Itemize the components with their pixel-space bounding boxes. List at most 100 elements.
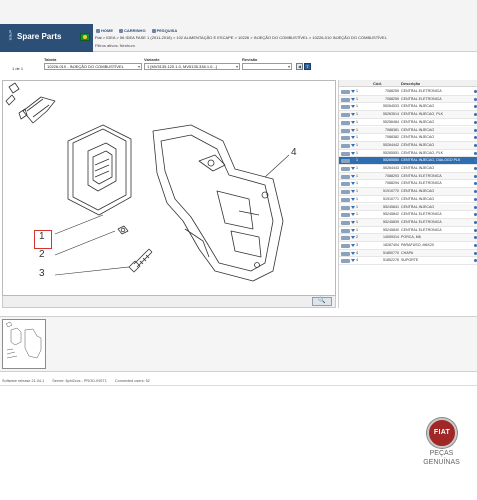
expand-icon[interactable]: [351, 251, 355, 255]
text-view-button[interactable]: T: [304, 63, 311, 70]
table-row[interactable]: 1 55263514 CENTRAL INJECAO, PLK: [339, 111, 477, 119]
part-image-icon[interactable]: [341, 105, 350, 110]
part-image-icon[interactable]: [341, 182, 350, 187]
row-quantity: 1: [356, 189, 358, 194]
row-code: 51852276: [383, 258, 399, 263]
part-image-icon[interactable]: [341, 228, 350, 233]
table-row[interactable]: 1 7088381 CENTRAL INJECAO: [339, 126, 477, 135]
variante-select[interactable]: 1 [MV5135.120.1.0, MV5135.338.1.0...] ▾: [144, 63, 240, 70]
table-row[interactable]: 1 7088293 CENTRAL ELETRONICA: [339, 172, 477, 181]
table-row[interactable]: 2 14059314 PORCA, M6: [339, 234, 477, 242]
expand-icon[interactable]: [351, 174, 355, 178]
expand-icon[interactable]: [351, 97, 355, 101]
drawing-thumbnail[interactable]: [2, 319, 46, 369]
row-code: 55264443: [383, 166, 399, 170]
part-image-icon[interactable]: [341, 190, 350, 195]
part-image-icon[interactable]: [341, 205, 350, 210]
expand-icon[interactable]: [351, 136, 355, 140]
expand-icon[interactable]: [351, 259, 355, 263]
part-image-icon[interactable]: [341, 220, 350, 225]
table-row[interactable]: 1 51910771 CENTRAL INJECAO: [339, 196, 477, 204]
callout-2[interactable]: 2: [39, 249, 45, 260]
expand-icon[interactable]: [351, 182, 355, 186]
expand-icon[interactable]: [351, 128, 355, 132]
table-row[interactable]: 1 51910770 CENTRAL INJECAO: [339, 188, 477, 196]
part-image-icon[interactable]: [341, 244, 350, 248]
top-nav: HOME CARRINHO PESQUISA: [96, 28, 177, 33]
table-row[interactable]: 1 55245839 CENTRAL ELETRONICA: [339, 218, 477, 227]
table-row[interactable]: 1 55264442 CENTRAL INJECAO: [339, 141, 477, 150]
code-column-header[interactable]: Cód.: [373, 81, 382, 86]
part-image-icon[interactable]: [341, 167, 350, 171]
table-row[interactable]: 1 55256484 CENTRAL INJECAO: [339, 119, 477, 127]
exploded-drawing[interactable]: 1 2 3 4: [2, 80, 336, 296]
table-row[interactable]: 1 7088382 CENTRAL INJECAO: [339, 134, 477, 142]
expand-icon[interactable]: [351, 236, 355, 240]
row-quantity: 1: [356, 135, 358, 140]
nav-cart[interactable]: CARRINHO: [119, 28, 146, 33]
expand-icon[interactable]: [351, 90, 355, 93]
expand-icon[interactable]: [351, 190, 355, 194]
expand-icon[interactable]: [351, 120, 355, 124]
callout-1[interactable]: 1: [39, 231, 45, 242]
table-row[interactable]: 1 55265551 CENTRAL INJECAO, PLK: [339, 150, 477, 158]
part-image-icon[interactable]: [341, 120, 350, 125]
table-row[interactable]: 4 51850770 CHAPA: [339, 249, 477, 258]
description-column-header[interactable]: Descrição: [401, 81, 420, 86]
country-flag-icon[interactable]: [80, 33, 90, 41]
part-image-icon[interactable]: [341, 259, 350, 264]
expand-icon[interactable]: [351, 213, 355, 217]
expand-icon[interactable]: [351, 205, 355, 209]
table-row[interactable]: 1 7088294 CENTRAL ELETRONICA: [339, 180, 477, 189]
part-image-icon[interactable]: [341, 128, 350, 133]
expand-icon[interactable]: [351, 151, 355, 155]
expand-icon[interactable]: [351, 197, 355, 201]
expand-icon[interactable]: [351, 167, 355, 170]
table-row[interactable]: 3 16287404 PARAFUSO, M6X20: [339, 242, 477, 250]
part-image-icon[interactable]: [341, 174, 350, 179]
table-row[interactable]: 1 7088255 CENTRAL ELETRONICA: [339, 88, 477, 96]
table-row[interactable]: 1 7088259 CENTRAL ELETRONICA: [339, 95, 477, 104]
table-row[interactable]: 1 55245840 CENTRAL ELETRONICA: [339, 227, 477, 235]
row-quantity: 1: [356, 204, 358, 209]
fiat-logo: FIAT: [427, 418, 457, 448]
part-image-icon[interactable]: [341, 251, 350, 256]
part-image-icon[interactable]: [341, 197, 350, 202]
thumbnail-svg: [5, 321, 42, 359]
expand-icon[interactable]: [351, 143, 355, 147]
table-row[interactable]: 1 55245841 CENTRAL INJECAO: [339, 203, 477, 212]
part-image-icon[interactable]: [341, 236, 350, 241]
support-bracket: [152, 124, 284, 282]
part-image-icon[interactable]: [341, 136, 350, 141]
part-image-icon[interactable]: [341, 151, 350, 156]
table-row[interactable]: 1 55265550 CENTRAL INJECAO, DIALOGO PLK: [339, 157, 477, 165]
row-code: 7088382: [385, 135, 399, 140]
expand-icon[interactable]: [351, 105, 355, 109]
table-row[interactable]: 1 55264443 CENTRAL INJECAO: [339, 165, 477, 173]
table-row[interactable]: 4 51852276 SUPORTE: [339, 257, 477, 266]
expand-icon[interactable]: [351, 159, 355, 163]
expand-icon[interactable]: [351, 113, 355, 117]
part-image-icon[interactable]: [341, 90, 350, 94]
expand-icon[interactable]: [351, 244, 355, 247]
zoom-button[interactable]: 🔍: [312, 297, 332, 306]
part-image-icon[interactable]: [341, 143, 350, 148]
expand-icon[interactable]: [351, 228, 355, 232]
table-row[interactable]: 1 55245842 CENTRAL ELETRONICA: [339, 211, 477, 219]
previous-button[interactable]: ◀: [296, 63, 303, 70]
part-image-icon[interactable]: [341, 159, 350, 164]
nav-search[interactable]: PESQUISA: [151, 28, 177, 33]
callout-4[interactable]: 4: [291, 147, 297, 158]
table-row[interactable]: 1 55264533 CENTRAL INJECAO: [339, 103, 477, 112]
part-image-icon[interactable]: [341, 97, 350, 102]
tabela-select[interactable]: 10226-010 - INJEÇÃO DO COMBUSTÍVEL ▾: [44, 63, 142, 70]
part-image-icon[interactable]: [341, 113, 350, 118]
part-image-icon[interactable]: [341, 213, 350, 218]
revisao-select[interactable]: ▾: [242, 63, 292, 70]
callout-3[interactable]: 3: [39, 268, 45, 279]
expand-icon[interactable]: [351, 220, 355, 224]
row-description: CENTRAL INJECAO: [401, 119, 435, 124]
breadcrumb[interactable]: Fiat > IDEA > 56 IDEA FASE 1 (2011-2016)…: [95, 35, 475, 40]
row-quantity: 1: [356, 181, 358, 186]
nav-home[interactable]: HOME: [96, 28, 113, 33]
